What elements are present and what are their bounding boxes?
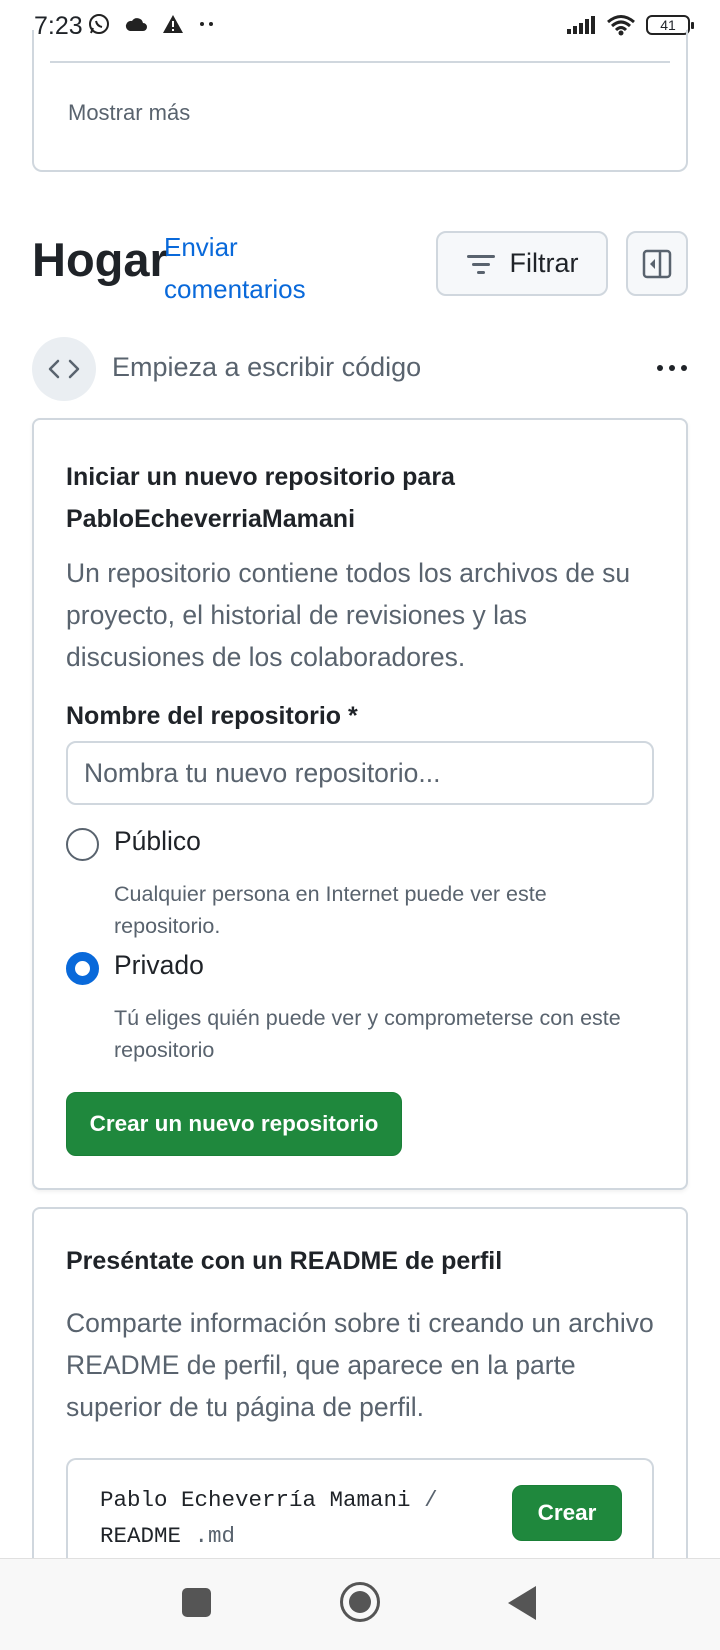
sidebar-collapse-icon [642, 249, 672, 278]
public-radio[interactable] [66, 828, 99, 861]
recent-apps-button[interactable] [182, 1588, 211, 1617]
readme-path-owner: Pablo Echeverría Mamani [100, 1487, 411, 1513]
repository-name-input[interactable] [66, 741, 654, 805]
dots-icon [200, 22, 213, 26]
new-repository-description: Un repositorio contiene todos los archiv… [66, 558, 631, 672]
show-more-link[interactable]: Mostrar más [68, 100, 190, 126]
public-radio-description: Cualquier persona en Internet puede ver … [114, 882, 547, 938]
toggle-sidebar-button[interactable] [626, 231, 688, 296]
private-radio[interactable] [66, 952, 99, 985]
create-readme-button[interactable]: Crear [512, 1485, 622, 1541]
profile-readme-title: Preséntate con un README de perfil [66, 1247, 503, 1275]
profile-readme-description: Comparte información sobre ti creando un… [66, 1308, 654, 1422]
home-button[interactable] [340, 1582, 380, 1622]
code-icon-avatar [32, 337, 96, 401]
send-feedback-link[interactable]: Enviar comentarios [164, 226, 344, 310]
back-button[interactable] [508, 1586, 536, 1620]
private-radio-label[interactable]: Privado [114, 950, 204, 981]
previous-section-card: Mostrar más [32, 30, 688, 172]
more-options-button[interactable] [652, 354, 692, 382]
divider [50, 61, 670, 63]
home-icon [349, 1591, 371, 1613]
kebab-dot [669, 365, 675, 371]
page-title: Hogar [32, 233, 168, 286]
new-repository-title: Iniciar un nuevo repositorio para PabloE… [66, 463, 455, 533]
filter-icon [466, 254, 495, 274]
private-radio-description: Tú eliges quién puede ver y comprometers… [114, 1006, 621, 1062]
kebab-dot [657, 365, 663, 371]
filter-button[interactable]: Filtrar [436, 231, 608, 296]
readme-path-separator: / [424, 1487, 438, 1513]
readme-path-file: README [100, 1523, 182, 1549]
new-repository-card: Iniciar un nuevo repositorio para PabloE… [32, 418, 688, 1190]
navigation-bar [0, 1558, 720, 1650]
public-radio-label[interactable]: Público [114, 826, 201, 857]
readme-file-path: Pablo Echeverría Mamani / README .md [100, 1482, 460, 1554]
profile-readme-card: Preséntate con un README de perfil Compa… [32, 1207, 688, 1607]
repository-name-label: Nombre del repositorio * [66, 702, 358, 730]
code-icon [48, 359, 80, 379]
readme-path-ext: .md [194, 1523, 236, 1549]
create-repository-button[interactable]: Crear un nuevo repositorio [66, 1092, 402, 1156]
kebab-dot [681, 365, 687, 371]
start-coding-heading: Empieza a escribir código [112, 352, 422, 382]
filter-label: Filtrar [509, 248, 579, 278]
